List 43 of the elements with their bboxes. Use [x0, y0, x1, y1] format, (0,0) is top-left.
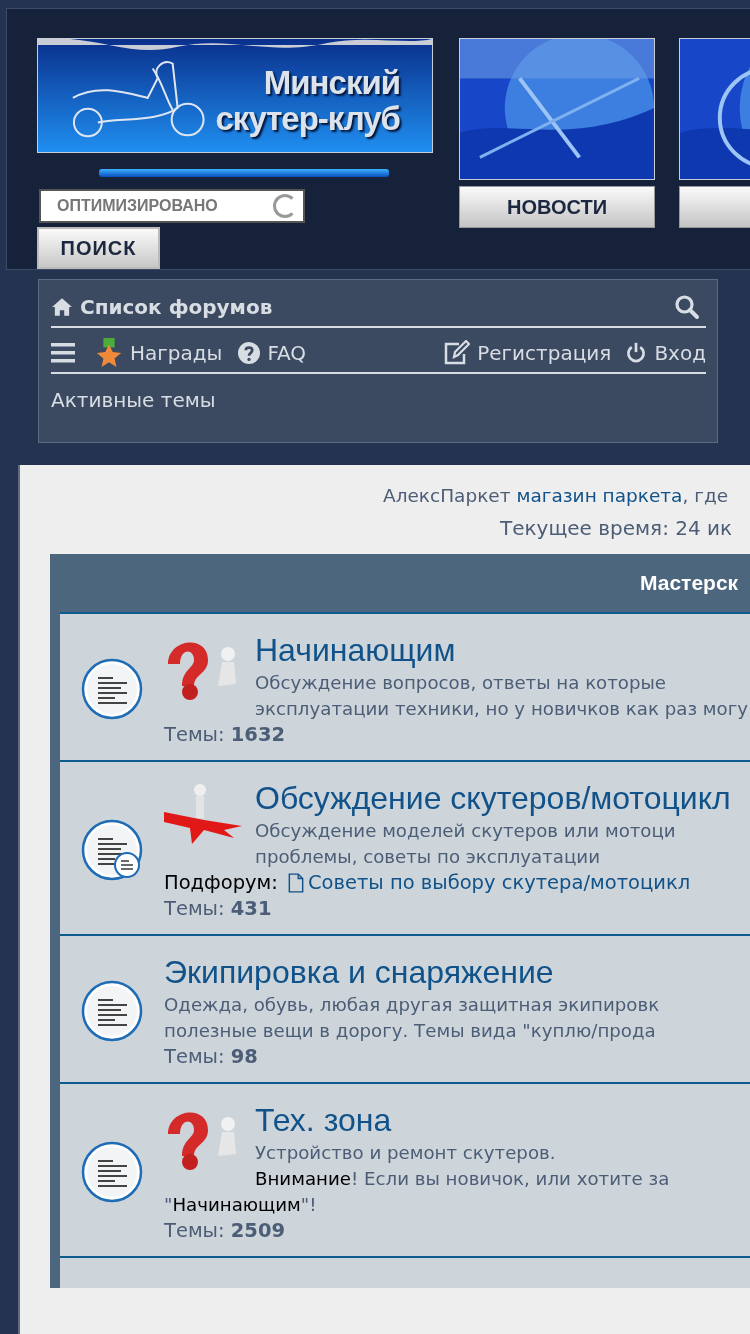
notice-text: АлексПаркет магазин паркета, где — [382, 485, 730, 506]
question-icon — [238, 342, 261, 364]
menu-icon[interactable] — [51, 342, 75, 364]
forum-description: Обсуждение вопросов, ответы на которые — [254, 671, 668, 695]
active-topics-link[interactable]: Активные темы — [51, 388, 216, 412]
logo-text: скутер-клуб — [215, 101, 400, 137]
forum-list-link[interactable]: Список форумов — [51, 295, 273, 319]
search-field[interactable]: ОПТИМИЗИРОВАНО — [39, 189, 305, 223]
forum-description: эксплуатации техники, но у новичков как раз могу — [254, 697, 750, 721]
document-icon — [287, 873, 304, 893]
forum-title-link[interactable]: Начинающим — [164, 630, 750, 670]
nav-link[interactable]: Регистрация — [442, 340, 612, 366]
forum-title-link[interactable]: Экипировка и снаряжение — [164, 952, 750, 992]
current-time: Текущее время: 24 ик — [499, 516, 734, 540]
logo-banner[interactable]: Минский скутер-клуб — [37, 38, 433, 153]
topic-count: Темы: 1632 — [164, 722, 287, 748]
forum-description: Обсуждение моделей скутеров или мотоци — [254, 819, 677, 843]
nav-link[interactable]: FAQ — [238, 341, 307, 365]
power-icon — [625, 342, 648, 364]
forum-title-link[interactable]: Тех. зона — [164, 1100, 750, 1140]
forum-description: Внимание! Если вы новичок, или хотите за — [254, 1167, 671, 1191]
topic-count: Темы: 2509 — [164, 1218, 287, 1244]
subforum-link[interactable]: Советы по выбору скутера/мотоцикл — [287, 870, 691, 896]
logo-text: Минский — [262, 65, 400, 101]
nav-link[interactable]: Вход — [625, 341, 706, 365]
medal-icon — [95, 337, 123, 369]
search-icon[interactable] — [674, 294, 700, 320]
nav-link[interactable]: Награды — [95, 337, 223, 369]
topic-count: Темы: 98 — [164, 1044, 259, 1070]
category-title[interactable]: Мастерск — [640, 571, 739, 595]
search-button[interactable]: ПОИСК — [37, 227, 160, 269]
home-icon — [51, 296, 73, 318]
forum-title-link[interactable]: Обсуждение скутеров/мотоцикл — [164, 778, 750, 818]
nav-tab[interactable]: НОВОСТИ — [459, 186, 655, 228]
forum-description: проблемы, советы по эксплуатации — [254, 845, 601, 869]
forum-description: Одежда, обувь, любая другая защитная экипировк — [164, 993, 661, 1017]
shop-link[interactable]: магазин паркета — [516, 485, 683, 506]
forum-description: "Начинающим"! — [164, 1193, 318, 1217]
subforum-label: Подфорум: — [164, 870, 278, 896]
forum-description: полезные вещи в дорогу. Темы вида "куплю/прода — [164, 1019, 657, 1043]
topic-count: Темы: 431 — [164, 896, 273, 922]
pencil-square-icon — [442, 340, 471, 366]
forum-description: Устройство и ремонт скутеров. — [254, 1141, 557, 1165]
